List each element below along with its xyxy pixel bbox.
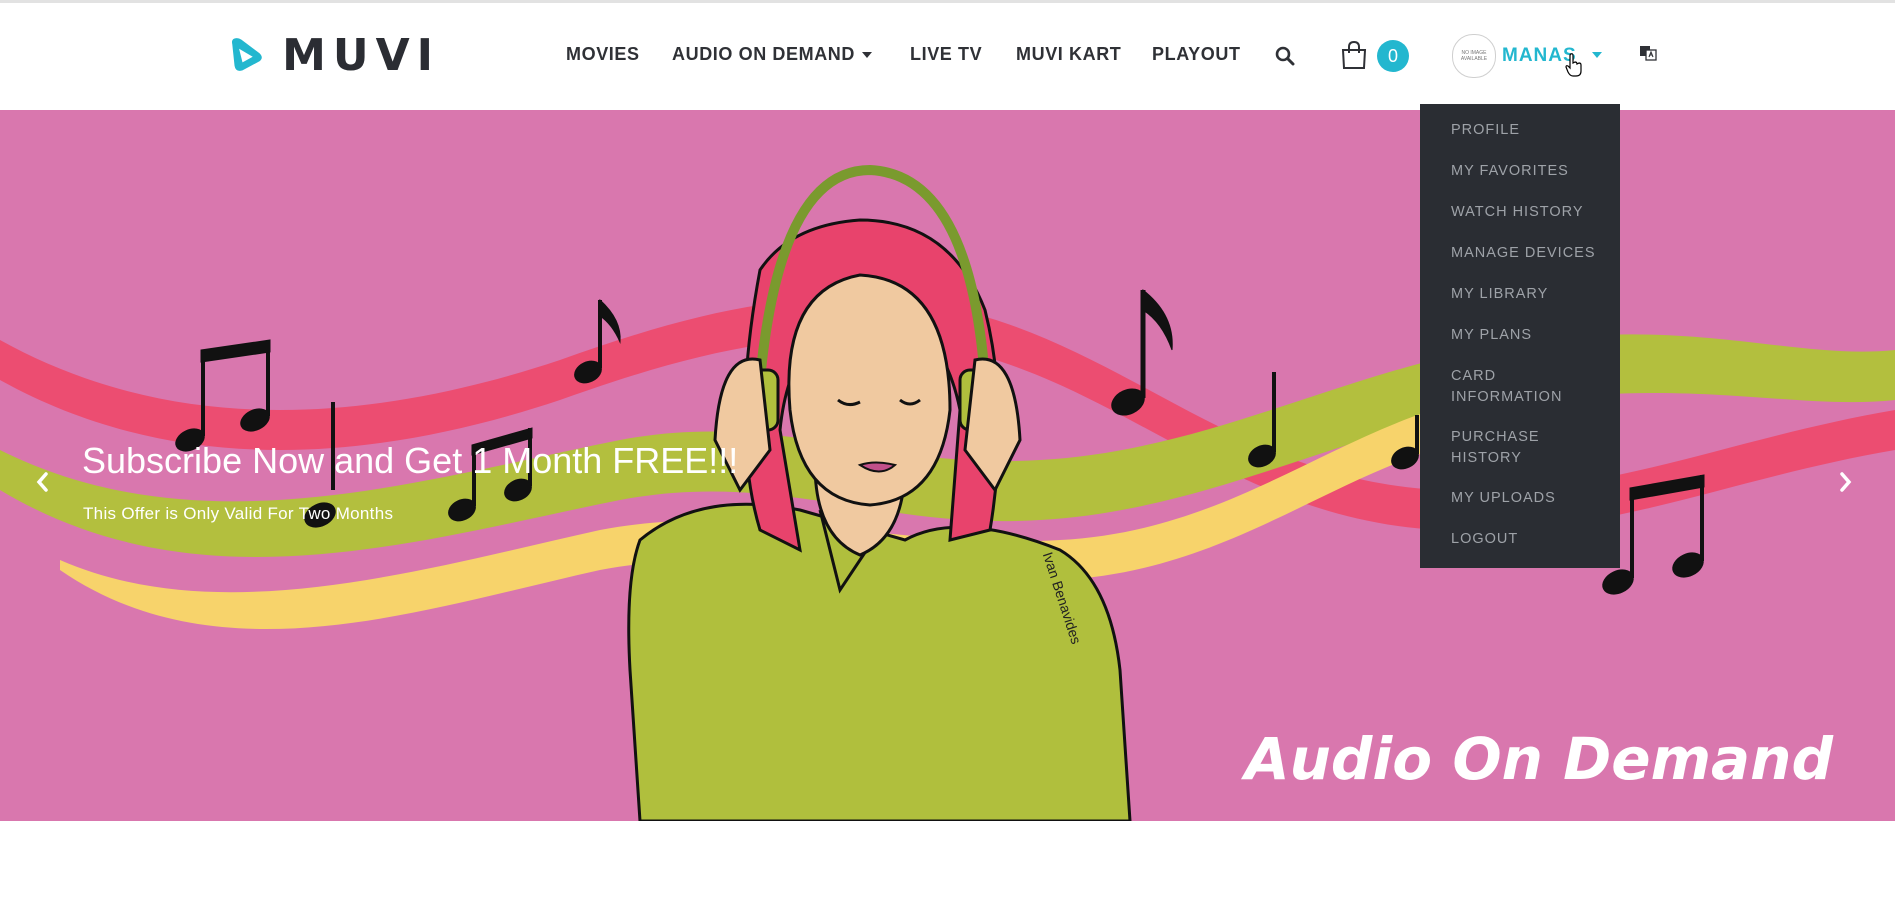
dropdown-notch bbox=[1508, 101, 1524, 104]
menu-item-my-favorites[interactable]: MY FAVORITES bbox=[1451, 161, 1569, 182]
avatar-placeholder-text: NO IMAGE AVAILABLE bbox=[1460, 50, 1488, 62]
avatar[interactable]: NO IMAGE AVAILABLE bbox=[1452, 34, 1496, 78]
menu-item-purchase-history[interactable]: PURCHASE HISTORY bbox=[1451, 427, 1540, 469]
menu-item-watch-history[interactable]: WATCH HISTORY bbox=[1451, 202, 1584, 223]
muvi-logo[interactable]: MUVI bbox=[230, 20, 440, 90]
chevron-left-icon bbox=[36, 472, 48, 492]
nav-audio-on-demand[interactable]: AUDIO ON DEMAND bbox=[672, 44, 855, 65]
cart-count-badge[interactable]: 0 bbox=[1377, 40, 1409, 72]
hero-subtitle: This Offer is Only Valid For Two Months bbox=[83, 504, 394, 523]
muvi-logo-icon bbox=[231, 38, 262, 71]
carousel-next-button[interactable] bbox=[1816, 452, 1876, 512]
site-header: MUVI MOVIES AUDIO ON DEMAND LIVE TV MUVI… bbox=[0, 3, 1895, 110]
hero-overlay-text: Audio On Demand bbox=[1244, 725, 1833, 793]
nav-movies[interactable]: MOVIES bbox=[566, 44, 640, 65]
nav-muvi-kart[interactable]: MUVI KART bbox=[1016, 44, 1121, 65]
nav-playout[interactable]: PLAYOUT bbox=[1152, 44, 1241, 65]
search-icon[interactable] bbox=[1275, 46, 1295, 66]
audio-dropdown-caret-icon[interactable] bbox=[861, 51, 873, 59]
logo-wordmark: MUVI bbox=[282, 29, 440, 81]
menu-item-logout[interactable]: LOGOUT bbox=[1451, 529, 1518, 550]
user-dropdown-menu: PROFILE MY FAVORITES WATCH HISTORY MANAG… bbox=[1420, 101, 1620, 568]
carousel-prev-button[interactable] bbox=[12, 452, 72, 512]
language-icon[interactable] bbox=[1639, 44, 1657, 62]
shopping-bag-icon[interactable] bbox=[1340, 40, 1368, 70]
menu-item-my-library[interactable]: MY LIBRARY bbox=[1451, 284, 1548, 305]
nav-live-tv[interactable]: LIVE TV bbox=[910, 44, 982, 65]
pointer-cursor-icon bbox=[1565, 53, 1582, 77]
menu-item-profile[interactable]: PROFILE bbox=[1451, 120, 1520, 141]
menu-item-my-plans[interactable]: MY PLANS bbox=[1451, 325, 1532, 346]
caret-down-icon[interactable] bbox=[1591, 51, 1603, 59]
menu-item-my-uploads[interactable]: MY UPLOADS bbox=[1451, 488, 1556, 509]
hero-title: Subscribe Now and Get 1 Month FREE!!! bbox=[82, 440, 739, 481]
chevron-right-icon bbox=[1840, 472, 1852, 492]
menu-item-card-information[interactable]: CARD INFORMATION bbox=[1451, 366, 1562, 408]
menu-item-manage-devices[interactable]: MANAGE DEVICES bbox=[1451, 243, 1596, 264]
